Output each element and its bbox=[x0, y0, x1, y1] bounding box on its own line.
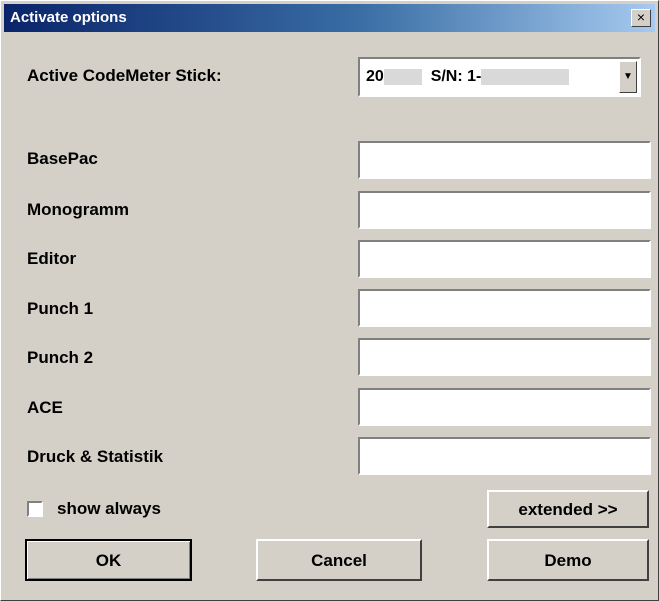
punch2-field[interactable] bbox=[358, 338, 651, 376]
editor-field[interactable] bbox=[358, 240, 651, 278]
cancel-button[interactable]: Cancel bbox=[256, 539, 422, 581]
punch1-field[interactable] bbox=[358, 289, 651, 327]
close-icon: × bbox=[636, 9, 646, 25]
monogramm-field[interactable] bbox=[358, 191, 651, 229]
option-label-punch1: Punch 1 bbox=[27, 299, 94, 318]
codemeter-stick-select[interactable]: 20 S/N: 1- ▼ bbox=[358, 57, 641, 97]
window-title: Activate options bbox=[10, 9, 127, 26]
option-label-ace: ACE bbox=[27, 398, 63, 417]
activate-options-dialog: Activate options × Active CodeMeter Stic… bbox=[0, 0, 659, 601]
option-label-editor: Editor bbox=[27, 249, 77, 268]
title-bar[interactable]: Activate options × bbox=[4, 4, 655, 32]
show-always-checkbox[interactable] bbox=[27, 501, 43, 517]
ace-field[interactable] bbox=[358, 388, 651, 426]
option-label-punch2: Punch 2 bbox=[27, 348, 94, 367]
option-label-monogramm: Monogramm bbox=[27, 200, 129, 219]
ok-button[interactable]: OK bbox=[25, 539, 192, 581]
close-button[interactable]: × bbox=[631, 9, 651, 27]
extended-button[interactable]: extended >> bbox=[487, 490, 649, 528]
codemeter-selected-value: 20 S/N: 1- bbox=[366, 68, 570, 86]
chevron-down-icon[interactable]: ▼ bbox=[619, 61, 637, 93]
demo-button[interactable]: Demo bbox=[487, 539, 649, 581]
option-label-basepac: BasePac bbox=[27, 149, 98, 168]
show-always-label[interactable]: show always bbox=[57, 499, 161, 519]
basepac-field[interactable] bbox=[358, 141, 651, 179]
druck-statistik-field[interactable] bbox=[358, 437, 651, 475]
option-label-druck-statistik: Druck & Statistik bbox=[27, 447, 164, 466]
codemeter-label: Active CodeMeter Stick: bbox=[27, 66, 222, 85]
